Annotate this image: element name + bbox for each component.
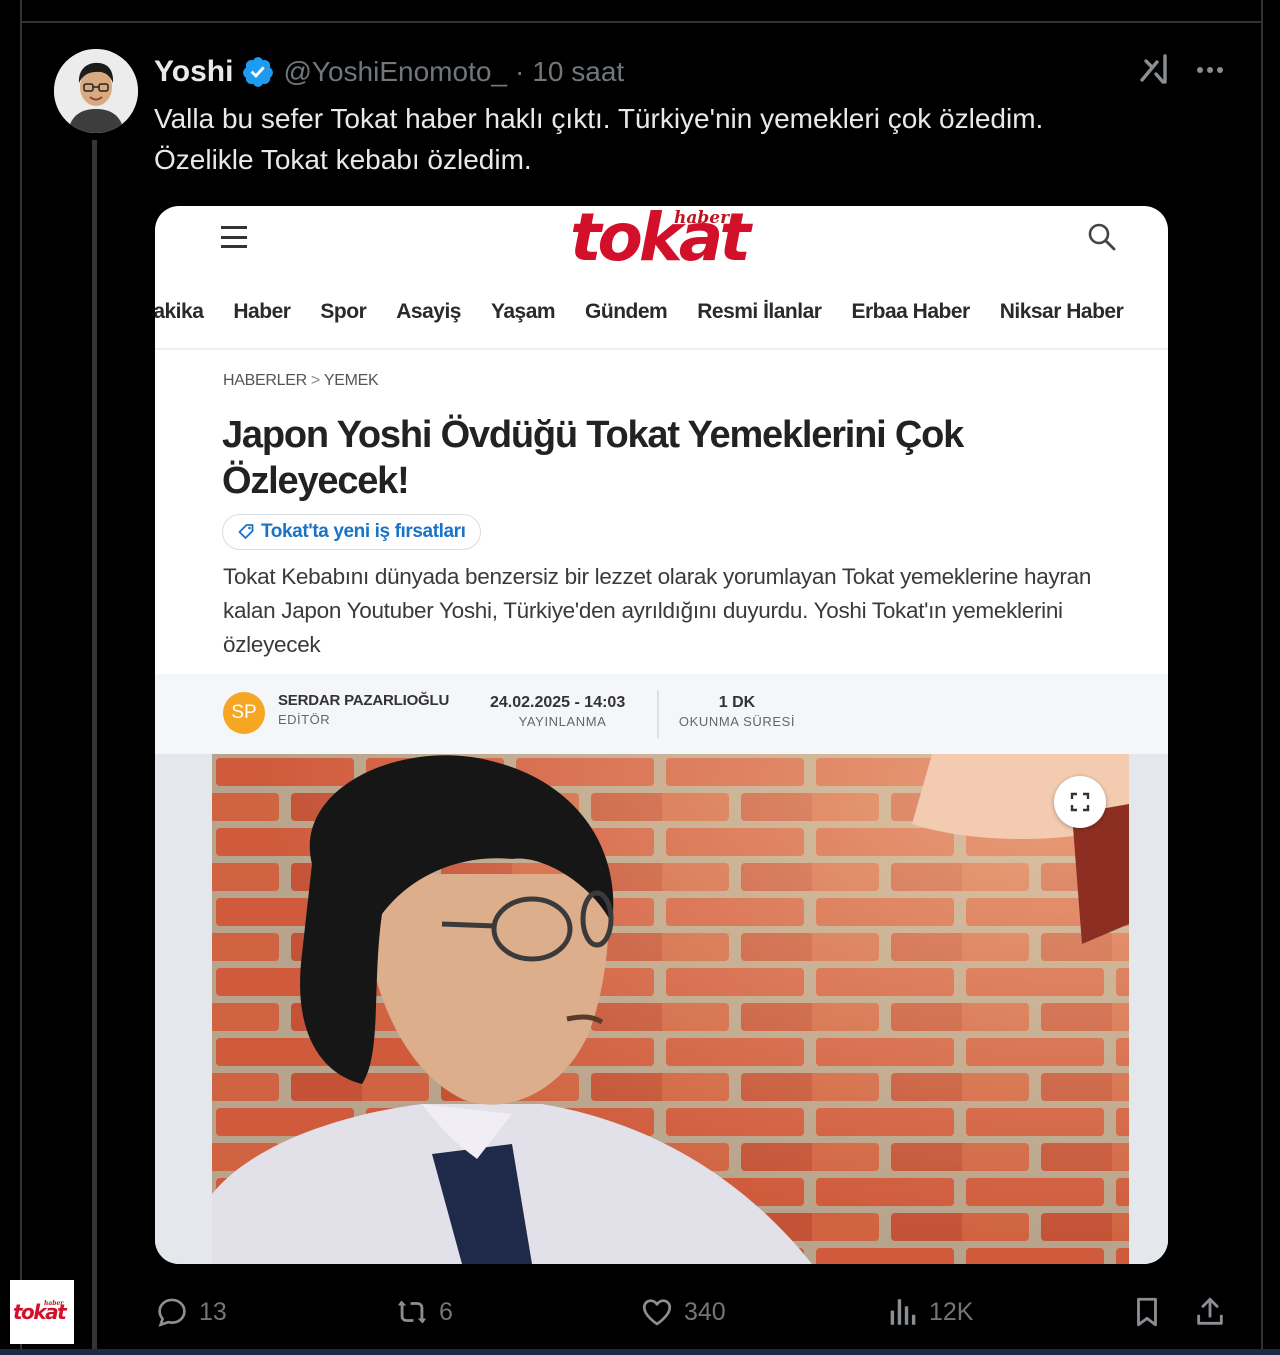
thread-connector-line <box>92 140 97 1355</box>
publish-date: 24.02.2025 - 14:03 <box>490 694 626 711</box>
bottom-strip <box>0 1349 1280 1355</box>
tweet-text-line-2: Özelikle Tokat kebabı özledim. <box>154 144 532 175</box>
share-button[interactable] <box>1193 1290 1227 1334</box>
tweet-header: Yoshi @YoshiEnomoto_ · 10 saat <box>154 52 624 92</box>
header-separator: · <box>515 56 525 87</box>
nav-item-haber: Haber <box>233 300 291 323</box>
editor-avatar: SP <box>223 692 265 734</box>
tweet-action-bar: 13 6 340 12K <box>155 1290 1235 1334</box>
views-icon <box>890 1299 916 1325</box>
views-count: 12K <box>929 1297 974 1326</box>
bookmark-icon <box>1137 1297 1157 1327</box>
like-button[interactable]: 340 <box>640 1290 726 1334</box>
logo-small-text: haber <box>674 208 730 228</box>
read-time: 1 DK <box>718 694 756 711</box>
breadcrumb-section: YEMEK <box>323 372 379 389</box>
hamburger-icon <box>221 226 247 248</box>
job-tag-pill: Tokat'ta yeni iş fırsatları <box>222 514 481 550</box>
bookmark-button[interactable] <box>1130 1290 1164 1334</box>
nav-item-asayis: Asayiş <box>396 300 461 323</box>
nav-item-niksar-haber: Niksar Haber <box>999 300 1124 323</box>
breadcrumb-separator: > <box>310 372 320 389</box>
nav-item-spor: Spor <box>320 300 367 323</box>
nav-divider <box>155 348 1168 350</box>
frame-top-border <box>20 21 1263 23</box>
like-icon <box>642 1299 672 1326</box>
headline-line-2: Özleyecek! <box>222 460 410 502</box>
headline-line-1: Japon Yoshi Övdüğü Tokat Yemeklerini Çok <box>222 414 964 456</box>
tokat-haber-logo: tokat haber <box>570 206 770 274</box>
tweet-timestamp[interactable]: 10 saat <box>532 56 624 88</box>
share-icon <box>1197 1297 1223 1325</box>
tweet-text: Valla bu sefer Tokat haber haklı çıktı. … <box>154 98 1214 180</box>
nav-item-dakika: dakika <box>155 300 204 323</box>
repost-icon <box>397 1300 427 1324</box>
reply-button[interactable]: 13 <box>155 1290 227 1334</box>
grok-icon[interactable] <box>1137 52 1173 88</box>
publish-date-label: YAYINLANMA <box>518 714 607 729</box>
editor-name: SERDAR PAZARLIOĞLU <box>278 692 450 709</box>
author-name[interactable]: Yoshi <box>154 55 233 89</box>
nav-item-resmi-ilanlar: Resmi İlanlar <box>697 300 822 323</box>
frame-left-border <box>20 0 22 1355</box>
article-meta: SP SERDAR PAZARLIOĞLU EDİTÖR 24.02.2025 … <box>155 674 1168 754</box>
verified-badge-icon[interactable] <box>241 55 275 89</box>
views-button[interactable]: 12K <box>885 1290 973 1334</box>
nav-item-yasam: Yaşam <box>490 300 556 323</box>
reply-count: 13 <box>199 1297 227 1326</box>
tag-label: Tokat'ta yeni iş fırsatları <box>261 521 466 542</box>
repost-count: 6 <box>439 1297 453 1326</box>
author-avatar[interactable] <box>54 49 138 133</box>
article-summary: Tokat Kebabını dünyada benzersiz bir lez… <box>223 564 1092 657</box>
article-headline: Japon Yoshi Övdüğü Tokat Yemeklerini Çok… <box>222 412 1122 504</box>
read-time-label: OKUNMA SÜRESİ <box>678 714 796 729</box>
more-icon[interactable] <box>1192 58 1228 82</box>
expand-icon <box>1054 776 1106 828</box>
repost-button[interactable]: 6 <box>395 1290 453 1334</box>
breadcrumb-root: HABERLER <box>223 372 307 389</box>
article-photo <box>212 754 1129 1264</box>
avatar-portrait <box>54 49 138 133</box>
breadcrumb: HABERLER > YEMEK <box>223 372 379 390</box>
attached-image-card[interactable]: tokat haber dakika Haber Spor Asayiş Yaş… <box>155 206 1168 1264</box>
tweet-text-line-1: Valla bu sefer Tokat haber haklı çıktı. … <box>154 103 1044 134</box>
site-nav: dakika Haber Spor Asayiş Yaşam Gündem Re… <box>155 292 1168 332</box>
meta-divider <box>657 690 659 738</box>
search-icon <box>1088 223 1116 251</box>
author-handle[interactable]: @YoshiEnomoto_ <box>283 56 507 88</box>
editor-role: EDİTÖR <box>278 712 331 727</box>
watermark-small-text: haber <box>44 1300 64 1307</box>
reply-icon <box>158 1298 186 1327</box>
nav-item-gundem: Gündem <box>585 300 668 323</box>
tokat-haber-watermark: tokat haber <box>10 1280 74 1344</box>
tag-icon <box>238 524 254 539</box>
frame-right-border <box>1261 0 1263 1355</box>
article-photo-band <box>155 754 1168 1264</box>
like-count: 340 <box>684 1297 726 1326</box>
nav-item-erbaa-haber: Erbaa Haber <box>851 300 970 323</box>
